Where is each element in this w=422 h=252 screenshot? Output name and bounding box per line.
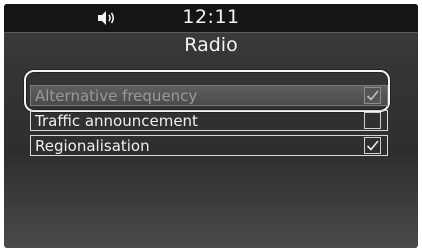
clock: 12:11 bbox=[182, 6, 240, 28]
regionalisation-checkbox[interactable] bbox=[364, 137, 381, 154]
status-bar: 12:11 bbox=[4, 4, 418, 33]
page-title: Radio bbox=[184, 34, 238, 56]
option-regionalisation[interactable]: Regionalisation bbox=[30, 135, 388, 156]
option-label: Alternative frequency bbox=[35, 87, 198, 105]
option-traffic-announcement[interactable]: Traffic announcement bbox=[30, 110, 388, 131]
alternative-frequency-checkbox[interactable] bbox=[364, 87, 381, 104]
option-alternative-frequency[interactable]: Alternative frequency bbox=[30, 85, 388, 106]
traffic-announcement-checkbox[interactable] bbox=[364, 112, 381, 129]
checkmark-icon bbox=[366, 140, 379, 151]
checkmark-icon bbox=[366, 90, 379, 101]
option-label: Traffic announcement bbox=[35, 112, 198, 130]
options-list: Alternative frequency Traffic announceme… bbox=[30, 85, 388, 160]
option-label: Regionalisation bbox=[35, 137, 150, 155]
radio-settings-screen: 12:11 Radio Alternative frequency Traffi… bbox=[4, 4, 418, 248]
